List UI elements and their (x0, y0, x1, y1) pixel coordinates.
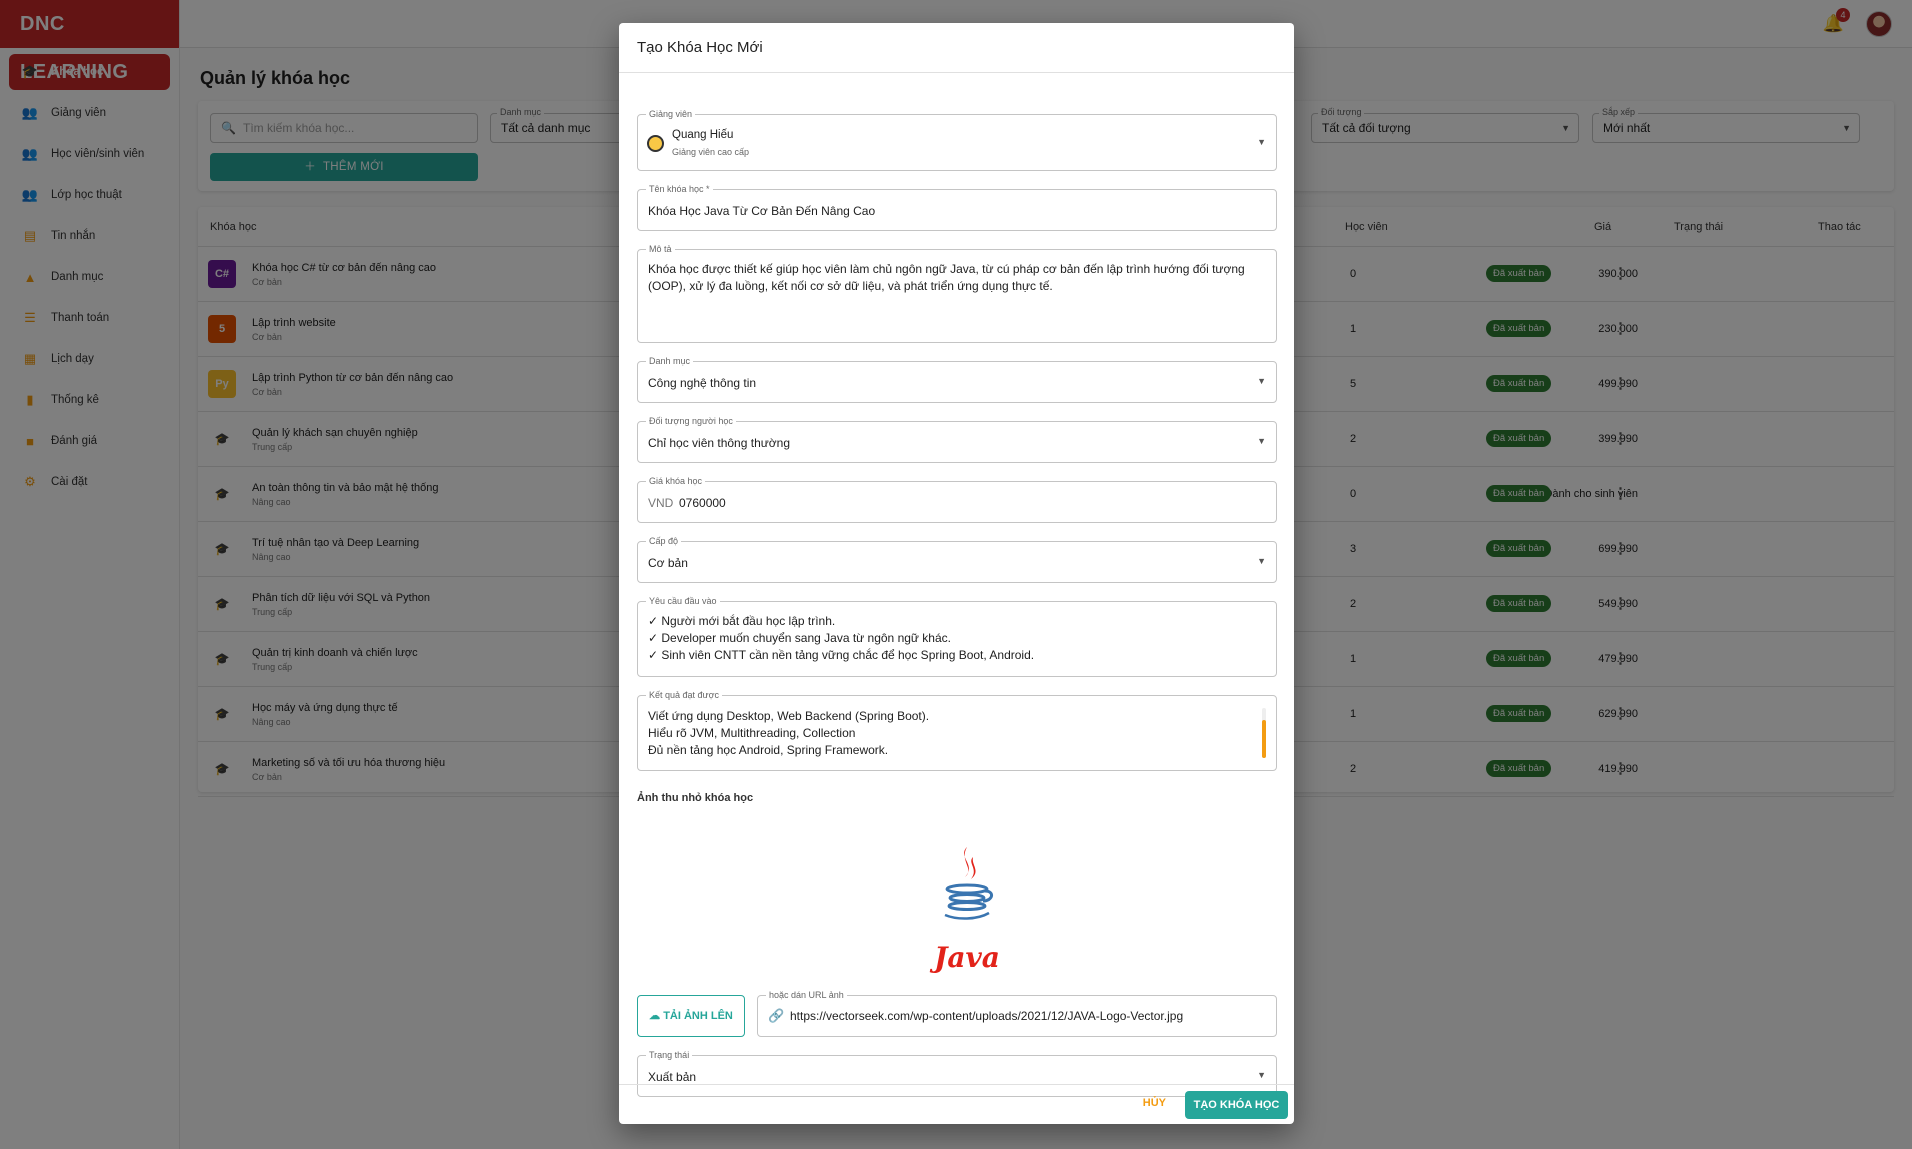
requirements-label: Yêu cầu đầu vào (646, 595, 720, 607)
outcome-line: Đủ nền tảng học Android, Spring Framewor… (648, 743, 889, 757)
outcome-line: Hiểu rõ JVM, Multithreading, Collection (648, 726, 856, 740)
outcomes-label: Kết quả đạt được (646, 689, 722, 701)
course-name-field[interactable]: Tên khóa học * Khóa Học Java Từ Cơ Bản Đ… (637, 183, 1277, 231)
instructor-name: Quang Hiếu (672, 129, 734, 141)
create-course-button[interactable]: TẠO KHÓA HỌC (1185, 1091, 1288, 1119)
requirements-field[interactable]: Yêu cầu đầu vào ✓ Người mới bắt đầu học … (637, 595, 1277, 677)
textarea-scrollbar[interactable] (1262, 720, 1266, 758)
thumbnail-section-title: Ảnh thu nhỏ khóa học (637, 792, 754, 804)
description-value: Khóa học được thiết kế giúp học viên làm… (648, 262, 1245, 293)
audience-select[interactable]: Đối tượng người học Chỉ học viên thông t… (637, 415, 1277, 463)
outcomes-value: Viết ứng dụng Desktop, Web Backend (Spri… (648, 708, 929, 759)
audience-label: Đối tượng người học (646, 415, 736, 427)
image-url-label: hoặc dán URL ảnh (766, 989, 847, 1001)
instructor-avatar (647, 135, 664, 152)
requirements-value: ✓ Người mới bắt đầu học lập trình. ✓ Dev… (648, 613, 1034, 664)
cloud-upload-icon: ☁ (649, 1010, 661, 1022)
price-field[interactable]: Giá khóa học VND 0760000 (637, 475, 1277, 523)
image-url-field[interactable]: hoặc dán URL ảnh 🔗 https://vectorseek.co… (757, 989, 1277, 1037)
chevron-down-icon: ▼ (1257, 376, 1266, 386)
cancel-button[interactable]: HỦY (1143, 1097, 1166, 1109)
dialog-title: Tạo Khóa Học Mới (619, 23, 1294, 73)
level-label: Cấp độ (646, 535, 682, 547)
category-value: Công nghệ thông tin (648, 376, 757, 390)
dialog-footer: HỦY TẠO KHÓA HỌC (619, 1084, 1294, 1124)
upload-image-button[interactable]: ☁ TẢI ẢNH LÊN (637, 995, 745, 1037)
status-label: Trạng thái (646, 1049, 693, 1061)
instructor-role: Giảng viên cao cấp (672, 147, 750, 157)
description-field[interactable]: Mô tả Khóa học được thiết kế giúp học vi… (637, 243, 1277, 343)
requirement-line: ✓ Người mới bắt đầu học lập trình. (648, 614, 836, 628)
outcomes-field[interactable]: Kết quả đạt được Viết ứng dụng Desktop, … (637, 689, 1277, 771)
chevron-down-icon: ▼ (1257, 137, 1266, 147)
image-url-value: https://vectorseek.com/wp-content/upload… (790, 1009, 1184, 1023)
level-select[interactable]: Cấp độ Cơ bản ▼ (637, 535, 1277, 583)
requirement-line: ✓ Developer muốn chuyển sang Java từ ngô… (648, 631, 951, 645)
category-label: Danh mục (646, 355, 694, 367)
outcome-line: Viết ứng dụng Desktop, Web Backend (Spri… (648, 709, 930, 723)
link-icon: 🔗 (768, 1008, 785, 1023)
chevron-down-icon: ▼ (1257, 436, 1266, 446)
category-select[interactable]: Danh mục Công nghệ thông tin ▼ (637, 355, 1277, 403)
chevron-down-icon: ▼ (1257, 1070, 1266, 1080)
price-value: 0760000 (679, 496, 726, 510)
upload-button-label: TẢI ẢNH LÊN (663, 1010, 733, 1022)
price-currency: VND (648, 496, 674, 510)
course-name-value: Khóa Học Java Từ Cơ Bản Đến Nâng Cao (648, 204, 876, 218)
description-label: Mô tả (646, 243, 675, 255)
chevron-down-icon: ▼ (1257, 556, 1266, 566)
audience-value: Chỉ học viên thông thường (648, 436, 790, 450)
course-name-label: Tên khóa học * (646, 183, 713, 195)
instructor-select[interactable]: Giảng viên Quang Hiếu Giảng viên cao cấp… (637, 108, 1277, 171)
instructor-label: Giảng viên (646, 108, 696, 120)
java-logo-text: Java (934, 941, 1000, 974)
level-value: Cơ bản (648, 556, 688, 570)
price-label: Giá khóa học (646, 475, 706, 487)
dialog-body: Giảng viên Quang Hiếu Giảng viên cao cấp… (637, 73, 1277, 1107)
create-course-dialog: Tạo Khóa Học Mới Giảng viên Quang Hiếu G… (619, 23, 1294, 1124)
requirement-line: ✓ Sinh viên CNTT cần nền tảng vững chắc … (648, 648, 1035, 662)
